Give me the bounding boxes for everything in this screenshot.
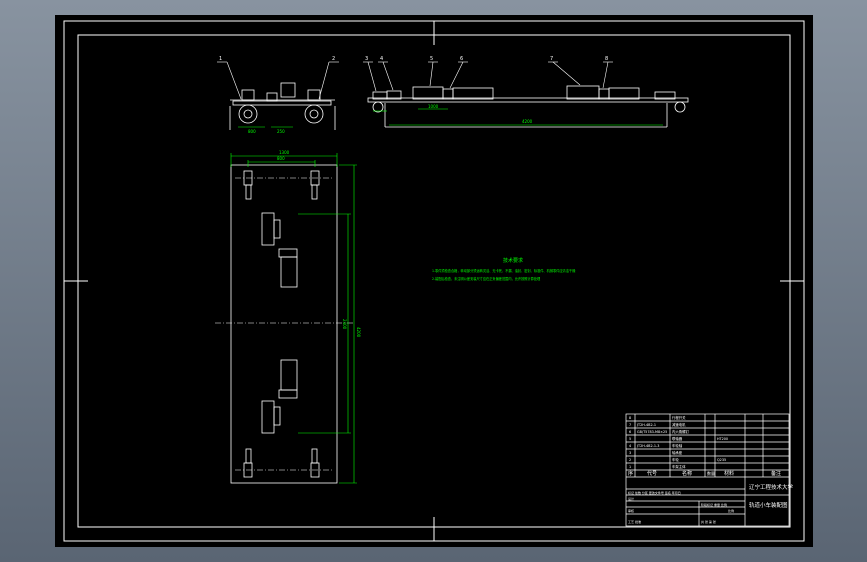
header-note: 备注: [771, 470, 781, 477]
row-no: 1: [629, 465, 631, 469]
row-name: 内六角螺钉: [672, 429, 690, 434]
header-name: 名称: [682, 470, 692, 477]
row-material: Q235: [717, 458, 726, 462]
row-no: 4: [629, 444, 631, 448]
dim-side-right-overall: 4200: [522, 119, 533, 124]
sign-row-2: 设计: [628, 496, 634, 501]
elevation-dims: [373, 108, 663, 126]
tech-requirements-line-2: 2.装配后检查，未注明公差安装尺寸应在正负偏差范围内，允许按照计算处理: [432, 276, 541, 281]
callout-6: 6: [460, 56, 463, 62]
header-code: 代号: [647, 470, 657, 477]
sheet-label: 共 张 第 张: [701, 519, 716, 524]
row-name: 车架主体: [672, 464, 686, 469]
dim-side-left-width: 800: [248, 129, 256, 134]
row-name: 车轮轴: [672, 443, 683, 448]
header-no: 序: [628, 470, 633, 477]
callout-2: 2: [332, 56, 335, 62]
sign-row-4: 工艺 批准: [628, 519, 641, 524]
dim-plan-top-inner: 800: [277, 156, 285, 161]
dim-side-right-small: 1000: [428, 104, 439, 109]
leaders-right: [363, 61, 613, 92]
row-no: 7: [629, 423, 631, 427]
callout-5: 5: [430, 56, 433, 62]
plan-centerlines: [215, 177, 355, 471]
dim-side-left-small: 250: [277, 129, 285, 134]
row-name: 行程开关: [672, 415, 686, 420]
row-material: HT200: [717, 437, 728, 441]
row-no: 6: [629, 430, 631, 434]
leaders-left: [217, 61, 339, 100]
row-code: GB/T5783-M8×25: [637, 430, 667, 434]
row-code: JT2H-4B2-1-3: [636, 444, 659, 448]
header-material: 材料: [724, 470, 734, 477]
row-no: 3: [629, 451, 631, 455]
row-no: 8: [629, 416, 631, 420]
row-name: 轴承座: [672, 450, 683, 455]
plan-dims: [230, 153, 357, 484]
tech-requirements-title: 技术要求: [503, 257, 523, 264]
parts-table-header: 序 代号 名称 数量 材料 备注: [628, 470, 781, 477]
callout-4: 4: [380, 56, 383, 62]
sign-row-1: 标记 处数 分区 更改文件号 签名 年月日: [628, 490, 681, 495]
row-name: 联轴器: [672, 436, 683, 441]
callout-1: 1: [219, 56, 222, 62]
side-view-left: [229, 82, 336, 130]
tech-requirements-line-1: 1.零件须检查合格，转动部分须运转灵活、无卡死、不漏、油封、密封、标准件、机械零…: [432, 268, 576, 273]
school-name: 辽宁工程技术大学: [749, 483, 794, 491]
row-name: 车轮: [672, 457, 679, 462]
header-qty: 数量: [707, 470, 715, 476]
callout-8: 8: [605, 56, 608, 62]
dim-plan-right-inner: 2400: [342, 319, 347, 330]
row-no: 5: [629, 437, 631, 441]
dim-plan-right-overall: 4200: [356, 327, 361, 338]
row-name: 减速电机: [672, 422, 686, 427]
callout-7: 7: [550, 56, 553, 62]
drawing-sheet: 800 250 1 2 1000 4200 3 4 5 6 7 8 1300 8…: [55, 15, 813, 547]
stage-label: 阶段标记 重量 比例: [701, 502, 727, 507]
row-no: 2: [629, 458, 631, 462]
row-code: JT2H-4B2-1: [636, 423, 656, 427]
scale-label: 比例: [728, 508, 734, 513]
callout-3: 3: [365, 56, 368, 62]
drawing-title: 轨道小车装配图: [749, 501, 788, 509]
dim-plan-top-overall: 1300: [279, 150, 290, 155]
sign-row-3: 审核: [628, 508, 634, 513]
cad-drawing-canvas: 800 250 1 2 1000 4200 3 4 5 6 7 8 1300 8…: [63, 20, 805, 542]
plan-view: [230, 164, 338, 484]
